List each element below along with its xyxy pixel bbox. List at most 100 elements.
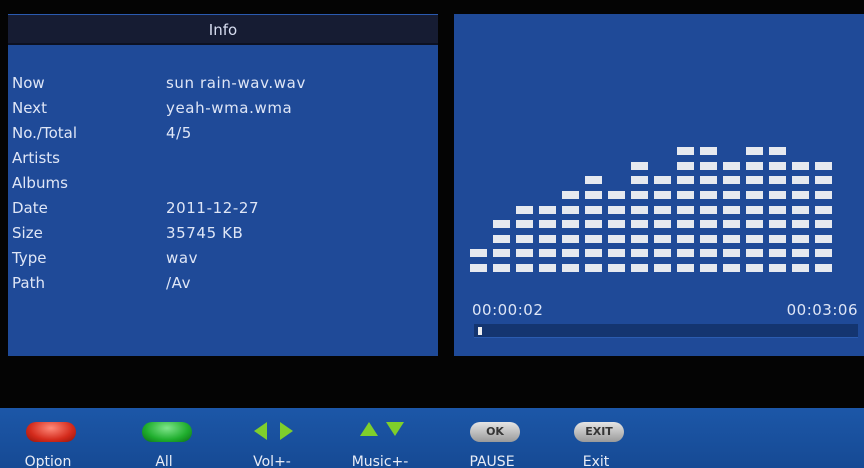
spectrum-segment	[585, 264, 602, 272]
spectrum-segment	[792, 264, 809, 272]
info-title-bar: Info	[8, 15, 438, 45]
control-bar: Option All Vol+- Music+- OK PAUSE EXIT E…	[0, 408, 864, 468]
spectrum-segment	[769, 205, 786, 214]
spectrum-segment	[539, 234, 556, 243]
spectrum-segment	[562, 234, 579, 243]
music-label: Music+-	[351, 454, 409, 468]
spectrum-segment	[700, 191, 717, 199]
info-label: Now	[12, 74, 45, 92]
spectrum-segment	[677, 220, 694, 229]
pause-button[interactable]: OK PAUSE	[452, 420, 532, 468]
spectrum-segment	[746, 191, 763, 199]
spectrum-segment	[815, 205, 832, 214]
progress-bar[interactable]	[474, 324, 858, 338]
info-row-artists: Artists	[8, 146, 438, 170]
spectrum-segment	[746, 249, 763, 258]
spectrum-segment	[608, 220, 625, 229]
spectrum-segment	[723, 249, 740, 258]
spectrum-segment	[677, 264, 694, 272]
progress-fill	[478, 327, 483, 335]
spectrum-segment	[608, 264, 625, 272]
info-label: Date	[12, 199, 48, 217]
spectrum-segment	[562, 191, 579, 199]
music-control[interactable]: Music+-	[340, 420, 420, 468]
spectrum-segment	[516, 234, 533, 243]
spectrum-segment	[470, 249, 487, 258]
spectrum-segment	[723, 191, 740, 199]
spectrum-segment	[815, 264, 832, 272]
spectrum-segment	[792, 205, 809, 214]
spectrum-segment	[723, 234, 740, 243]
pause-label: PAUSE	[469, 454, 515, 468]
spectrum-segment	[654, 234, 671, 243]
spectrum-segment	[631, 205, 648, 214]
info-row-date: Date 2011-12-27	[8, 196, 438, 220]
spectrum-segment	[769, 191, 786, 199]
arrow-right-icon	[280, 422, 293, 440]
info-label: Next	[12, 99, 47, 117]
spectrum-segment	[723, 264, 740, 272]
all-button[interactable]: All	[124, 420, 204, 468]
spectrum-segment	[585, 234, 602, 243]
volume-control[interactable]: Vol+-	[232, 420, 312, 468]
spectrum-segment	[539, 249, 556, 258]
spectrum-segment	[700, 176, 717, 185]
spectrum-segment	[792, 176, 809, 185]
spectrum-segment	[769, 176, 786, 185]
spectrum-segment	[769, 234, 786, 243]
info-label: Artists	[12, 149, 60, 167]
elapsed-time: 00:00:02	[472, 301, 544, 319]
info-value: wav	[166, 249, 199, 267]
spectrum-segment	[654, 220, 671, 229]
info-value: /Av	[166, 274, 192, 292]
spectrum-segment	[562, 205, 579, 214]
exit-key-icon: EXIT	[574, 422, 624, 442]
arrow-up-icon	[360, 422, 378, 436]
info-row-no-total: No./Total 4/5	[8, 121, 438, 145]
info-label: Size	[12, 224, 43, 242]
info-label: Type	[12, 249, 47, 267]
player-panel: 00:00:02 00:03:06	[454, 14, 864, 356]
info-value: sun rain-wav.wav	[166, 74, 306, 92]
spectrum-segment	[700, 161, 717, 170]
spectrum-segment	[769, 161, 786, 170]
spectrum-segment	[608, 249, 625, 258]
spectrum-segment	[516, 264, 533, 272]
spectrum-segment	[631, 220, 648, 229]
info-panel: Info Now sun rain-wav.wav Next yeah-wma.…	[8, 14, 438, 356]
exit-button[interactable]: EXIT Exit	[556, 420, 636, 468]
info-row-next: Next yeah-wma.wma	[8, 96, 438, 120]
spectrum-segment	[677, 161, 694, 170]
option-label: Option	[24, 454, 72, 468]
spectrum-segment	[723, 205, 740, 214]
info-label: Path	[12, 274, 45, 292]
info-row-now: Now sun rain-wav.wav	[8, 71, 438, 95]
spectrum-segment	[654, 176, 671, 185]
exit-label: Exit	[582, 454, 610, 468]
spectrum-segment	[700, 147, 717, 156]
option-button[interactable]: Option	[8, 420, 88, 468]
spectrum-segment	[792, 249, 809, 258]
spectrum-segment	[539, 220, 556, 229]
info-title: Info	[208, 21, 238, 39]
spectrum-segment	[654, 205, 671, 214]
info-value: 4/5	[166, 124, 192, 142]
spectrum-segment	[539, 205, 556, 214]
spectrum-segment	[700, 220, 717, 229]
media-player-screen: Info Now sun rain-wav.wav Next yeah-wma.…	[0, 0, 864, 468]
spectrum-segment	[792, 234, 809, 243]
spectrum-segment	[654, 249, 671, 258]
spectrum-segment	[769, 249, 786, 258]
info-row-type: Type wav	[8, 246, 438, 270]
spectrum-segment	[746, 147, 763, 156]
spectrum-segment	[677, 191, 694, 199]
spectrum-segment	[723, 176, 740, 185]
spectrum-segment	[723, 220, 740, 229]
spectrum-segment	[815, 176, 832, 185]
spectrum-segment	[746, 234, 763, 243]
spectrum-segment	[746, 205, 763, 214]
spectrum-segment	[746, 220, 763, 229]
spectrum-segment	[700, 264, 717, 272]
spectrum-segment	[746, 161, 763, 170]
green-key-icon	[142, 422, 192, 442]
